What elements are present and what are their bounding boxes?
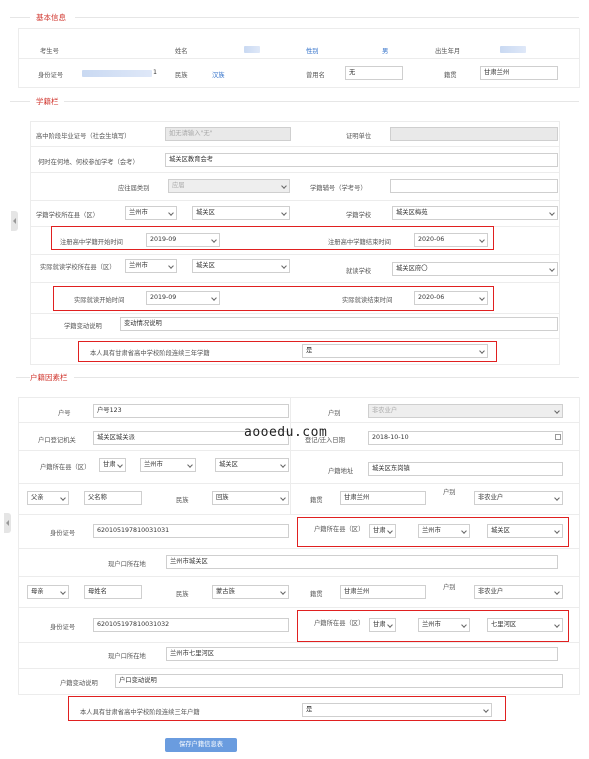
hukou-three-year-highlight <box>68 696 506 721</box>
school-change-label: 学籍变动说明 <box>64 323 102 330</box>
father-name-input[interactable]: 父名称 <box>84 491 142 505</box>
actual-school-label: 就读学校 <box>346 268 372 275</box>
hh-addr-label: 户籍地址 <box>328 468 354 475</box>
father-addr-label: 现户口所在地 <box>108 561 146 568</box>
gender-label: 性别 <box>306 48 319 55</box>
father-relation-select[interactable]: 父亲 <box>27 491 69 505</box>
school-change-input[interactable]: 变动情况说明 <box>120 317 558 331</box>
hukou-section-title: 户籍因素栏 <box>30 373 68 382</box>
school-three-year-highlight <box>78 341 497 362</box>
hh-date-input[interactable]: 2018-10-10 <box>368 431 563 445</box>
actual-time-highlight <box>53 286 494 311</box>
mother-relation-select[interactable]: 母亲 <box>27 585 69 599</box>
ethnic-label: 民族 <box>175 72 188 79</box>
school-select[interactable]: 城关区梅苑 <box>392 206 558 220</box>
exam-loc-input[interactable]: 城关区教育会考 <box>165 153 558 167</box>
school-label: 学籍学校 <box>346 212 372 219</box>
father-native-input[interactable]: 甘肃兰州 <box>340 491 426 505</box>
hukou-change-label: 户籍变动说明 <box>60 680 98 687</box>
father-addr-input[interactable]: 兰州市城关区 <box>166 555 558 569</box>
father-native-label: 籍贯 <box>310 497 323 504</box>
mother-id-input[interactable]: 620105197810031032 <box>93 618 289 632</box>
birth-value-redacted <box>500 46 526 53</box>
hh-county-label: 户籍所在县（区） <box>40 464 91 471</box>
actual-school-select[interactable]: 城关区府〇 <box>392 262 558 276</box>
mother-id-label: 身份证号 <box>50 624 76 631</box>
category-label: 应往届类别 <box>118 185 150 192</box>
hh-no-input[interactable]: 户号123 <box>93 404 289 418</box>
cert-unit-label: 证明单位 <box>346 133 372 140</box>
hh-addr-input[interactable]: 城关区东岗镇 <box>368 462 563 476</box>
school-section-title: 学籍栏 <box>36 97 59 106</box>
actual-district-select[interactable]: 城关区 <box>192 259 290 273</box>
hukou-change-input[interactable]: 户口变动说明 <box>115 674 563 688</box>
mother-native-input[interactable]: 甘肃兰州 <box>340 585 426 599</box>
ethnic-value: 汉族 <box>212 72 225 79</box>
student-no-label: 考生号 <box>40 48 59 55</box>
name-value-redacted <box>244 46 260 53</box>
mother-addr-label: 现户口所在地 <box>108 653 146 660</box>
hh-no-label: 户号 <box>58 410 71 417</box>
county-label: 学籍学校所在县（区） <box>36 212 99 219</box>
hh-district-select[interactable]: 城关区 <box>215 458 289 472</box>
father-ethnic-select[interactable]: 回族 <box>212 491 289 505</box>
name-label: 姓名 <box>175 48 188 55</box>
father-id-input[interactable]: 620105197810031031 <box>93 524 289 538</box>
birth-label: 出生年月 <box>435 48 461 55</box>
father-type-select[interactable]: 非农业户 <box>474 491 563 505</box>
mother-addr-input[interactable]: 兰州市七里河区 <box>166 647 558 661</box>
hh-city-select[interactable]: 兰州市 <box>140 458 196 472</box>
county-district-select[interactable]: 城关区 <box>192 206 290 220</box>
mother-name-input[interactable]: 母姓名 <box>84 585 142 599</box>
actual-city-select[interactable]: 兰州市 <box>125 259 177 273</box>
hh-office-label: 户口登记机关 <box>38 437 76 444</box>
collapse-toggle-icon[interactable] <box>11 211 18 231</box>
basic-section-line-right <box>75 17 579 18</box>
mother-type-label: 户别 <box>443 584 456 591</box>
xk-no-label: 学籍辅号（学考号） <box>310 185 367 192</box>
county-city-select[interactable]: 兰州市 <box>125 206 177 220</box>
mother-ethnic-select[interactable]: 蒙古族 <box>212 585 289 599</box>
mother-native-label: 籍贯 <box>310 591 323 598</box>
calendar-icon[interactable] <box>555 434 561 440</box>
hh-type-label: 户别 <box>328 410 341 417</box>
previous-name-input[interactable]: 无 <box>345 66 403 80</box>
mother-ethnic-label: 民族 <box>176 591 189 598</box>
basic-section-line <box>10 17 30 18</box>
cert-unit-input[interactable] <box>390 127 558 141</box>
previous-name-label: 曾用名 <box>306 72 325 79</box>
native-input[interactable]: 甘肃兰州 <box>480 66 558 80</box>
xk-no-input[interactable] <box>390 179 558 193</box>
school-reg-label: 高中阶段毕业证号（社会生填写） <box>36 133 131 140</box>
gender-value: 男 <box>382 48 389 55</box>
exam-loc-label: 何时在何地、何校参加学考（会考） <box>38 159 139 166</box>
father-type-label: 户别 <box>443 489 456 496</box>
id-label: 身份证号 <box>38 72 64 79</box>
category-select[interactable]: 应届 <box>168 179 290 193</box>
mother-type-select[interactable]: 非农业户 <box>474 585 563 599</box>
father-id-label: 身份证号 <box>50 530 76 537</box>
basic-section-title: 基本信息 <box>36 13 66 22</box>
reg-time-highlight <box>51 226 494 250</box>
father-ethnic-label: 民族 <box>176 497 189 504</box>
mother-county-highlight <box>297 610 569 642</box>
id-value-redacted <box>82 70 152 77</box>
collapse-toggle-icon[interactable] <box>4 513 11 533</box>
hh-prov-select[interactable]: 甘肃 <box>99 458 126 472</box>
father-county-highlight <box>297 517 569 547</box>
watermark: aooedu.com <box>244 425 328 440</box>
save-button[interactable]: 保存户籍信息表 <box>165 738 237 752</box>
actual-county-label: 实际就读学校所在县（区） <box>40 264 116 271</box>
native-label: 籍贯 <box>444 72 457 79</box>
school-reg-input[interactable]: 如无请输入"无" <box>165 127 291 141</box>
id-value-tail: 1 <box>153 69 158 76</box>
hh-type-select[interactable]: 非农业户 <box>368 404 563 418</box>
